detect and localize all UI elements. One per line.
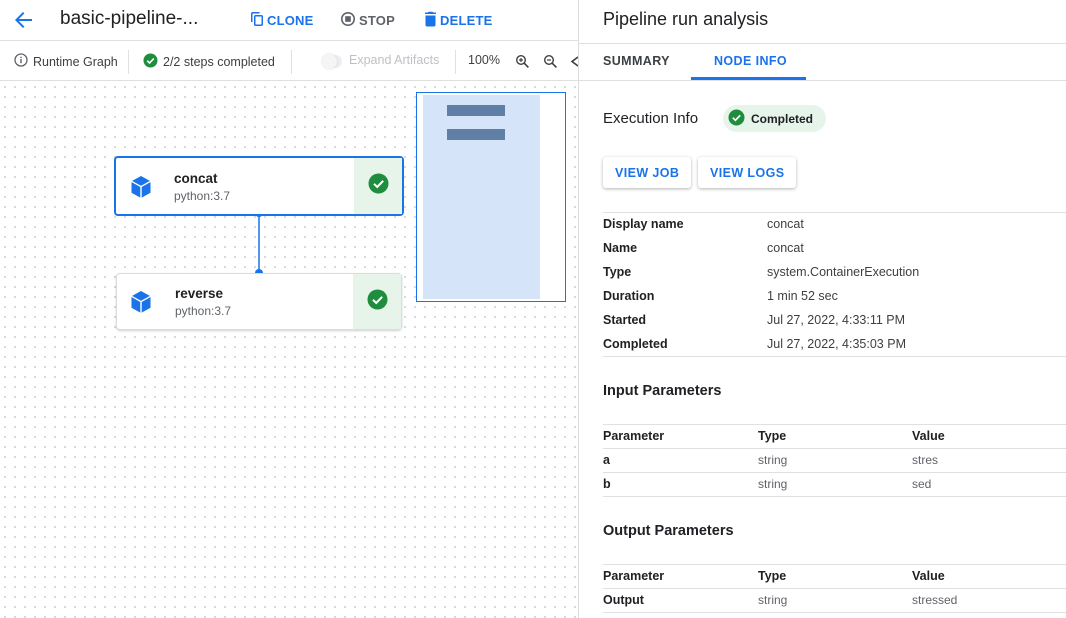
detail-value: concat (767, 241, 804, 255)
output-parameters-header: Parameter Type Value (603, 564, 1066, 588)
detail-value: Jul 27, 2022, 4:35:03 PM (767, 337, 906, 351)
param-type: string (758, 453, 788, 467)
param-value: stressed (912, 593, 958, 607)
param-name: Output (603, 593, 644, 607)
divider (579, 80, 1066, 81)
cube-icon (128, 289, 154, 315)
detail-row: Completed Jul 27, 2022, 4:35:03 PM (603, 332, 1066, 356)
column-header: Parameter (603, 429, 665, 443)
divider (579, 43, 1066, 44)
minimap-node (447, 105, 505, 116)
detail-row: Type system.ContainerExecution (603, 260, 1066, 284)
detail-row: Display name concat (603, 212, 1066, 236)
param-type: string (758, 593, 788, 607)
divider (603, 356, 1066, 357)
param-name: b (603, 477, 611, 491)
graph-node-reverse[interactable]: reverse python:3.7 (116, 273, 402, 330)
column-header: Parameter (603, 569, 665, 583)
graph-minimap[interactable] (416, 92, 566, 302)
check-circle-icon (728, 109, 745, 129)
node-name: concat (174, 171, 218, 186)
graph-node-concat[interactable]: concat python:3.7 (114, 156, 404, 216)
run-analysis-panel: Pipeline run analysis SUMMARY NODE INFO … (579, 0, 1066, 618)
node-status (354, 158, 402, 214)
column-header: Type (758, 569, 787, 583)
graph-view: basic-pipeline-... CLONE STOP DELETE Run… (0, 0, 578, 618)
check-circle-icon (367, 289, 388, 315)
column-header: Value (912, 569, 945, 583)
node-name: reverse (175, 286, 224, 301)
output-parameters-title: Output Parameters (603, 523, 734, 539)
panel-title: Pipeline run analysis (603, 9, 769, 29)
view-job-button[interactable]: VIEW JOB (603, 157, 692, 188)
check-circle-icon (368, 173, 389, 199)
detail-value: concat (767, 217, 804, 231)
column-header: Value (912, 429, 945, 443)
detail-key: Completed (603, 337, 668, 351)
detail-value: Jul 27, 2022, 4:33:11 PM (767, 313, 906, 327)
cube-icon (128, 174, 154, 200)
divider (603, 612, 1066, 613)
detail-key: Type (603, 265, 632, 279)
tab-summary[interactable]: SUMMARY (603, 54, 670, 68)
detail-key: Display name (603, 217, 684, 231)
detail-row: Started Jul 27, 2022, 4:33:11 PM (603, 308, 1066, 332)
execution-info-label: Execution Info (603, 110, 699, 127)
status-badge: Completed (723, 105, 827, 132)
node-image: python:3.7 (175, 304, 232, 318)
view-logs-button[interactable]: VIEW LOGS (698, 157, 797, 188)
param-name: a (603, 453, 610, 467)
tab-node-info[interactable]: NODE INFO (714, 54, 787, 68)
param-value: sed (912, 477, 932, 491)
param-value: stres (912, 453, 939, 467)
divider (603, 496, 1066, 497)
detail-value: 1 min 52 sec (767, 289, 838, 303)
detail-row: Duration 1 min 52 sec (603, 284, 1066, 308)
app-root: basic-pipeline-... CLONE STOP DELETE Run… (0, 0, 1066, 618)
input-parameters-header: Parameter Type Value (603, 424, 1066, 448)
table-row: a string stres (603, 448, 1066, 472)
detail-value: system.ContainerExecution (767, 265, 920, 279)
detail-key: Started (603, 313, 647, 327)
status-badge-label: Completed (751, 111, 814, 126)
minimap-viewport[interactable] (423, 95, 540, 299)
input-parameters-title: Input Parameters (603, 383, 722, 399)
detail-key: Name (603, 241, 638, 255)
detail-row: Name concat (603, 236, 1066, 260)
table-row: b string sed (603, 472, 1066, 496)
column-header: Type (758, 429, 787, 443)
node-status (353, 274, 401, 329)
minimap-node (447, 129, 505, 140)
node-image: python:3.7 (174, 189, 231, 203)
table-row: Output string stressed (603, 588, 1066, 612)
detail-key: Duration (603, 289, 655, 303)
param-type: string (758, 477, 788, 491)
